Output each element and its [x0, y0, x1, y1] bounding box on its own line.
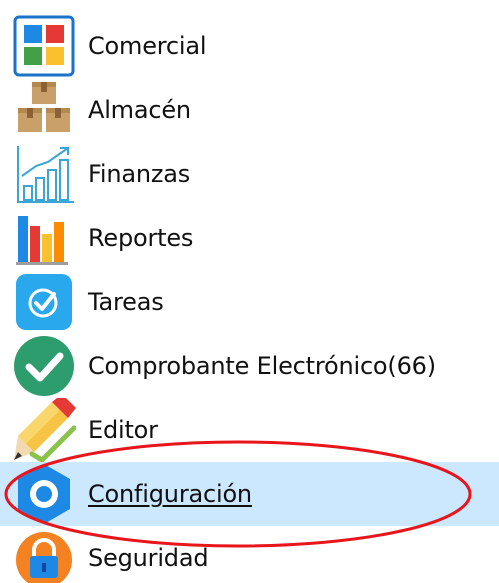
- menu-item-seguridad[interactable]: Seguridad: [0, 526, 499, 583]
- menu-item-label: Almacén: [88, 96, 191, 124]
- lock-icon: [16, 532, 72, 583]
- menu-item-configuracion[interactable]: Configuración: [0, 462, 499, 526]
- bar-chart-icon: [16, 216, 68, 265]
- grid-apps-icon: [13, 15, 75, 77]
- menu-item-label: Editor: [88, 416, 158, 444]
- menu-item-label: Finanzas: [88, 160, 191, 188]
- menu-item-editor[interactable]: Editor: [0, 398, 499, 462]
- menu-item-comprobante-electronico[interactable]: Comprobante Electrónico(66): [0, 334, 499, 398]
- menu-item-label: Reportes: [88, 224, 194, 252]
- growth-chart-icon: [17, 146, 74, 203]
- boxes-icon: [18, 82, 70, 132]
- menu-item-reportes[interactable]: Reportes: [0, 206, 499, 270]
- menu-item-label: Comprobante Electrónico(66): [88, 352, 436, 380]
- gear-icon: [18, 464, 70, 524]
- menu-item-almacen[interactable]: Almacén: [0, 78, 499, 142]
- menu-item-comercial[interactable]: Comercial: [0, 14, 499, 78]
- module-menu: Comercial Almacén Finanzas Reportes Tare…: [0, 0, 499, 583]
- checkbox-icon: [16, 274, 72, 330]
- menu-item-label: Seguridad: [88, 544, 209, 572]
- menu-item-label: Configuración: [88, 480, 252, 508]
- check-circle-icon: [14, 336, 74, 396]
- menu-item-label: Comercial: [88, 32, 207, 60]
- pencil-icon: [14, 398, 76, 462]
- menu-item-label: Tareas: [88, 288, 164, 316]
- menu-item-finanzas[interactable]: Finanzas: [0, 142, 499, 206]
- menu-item-tareas[interactable]: Tareas: [0, 270, 499, 334]
